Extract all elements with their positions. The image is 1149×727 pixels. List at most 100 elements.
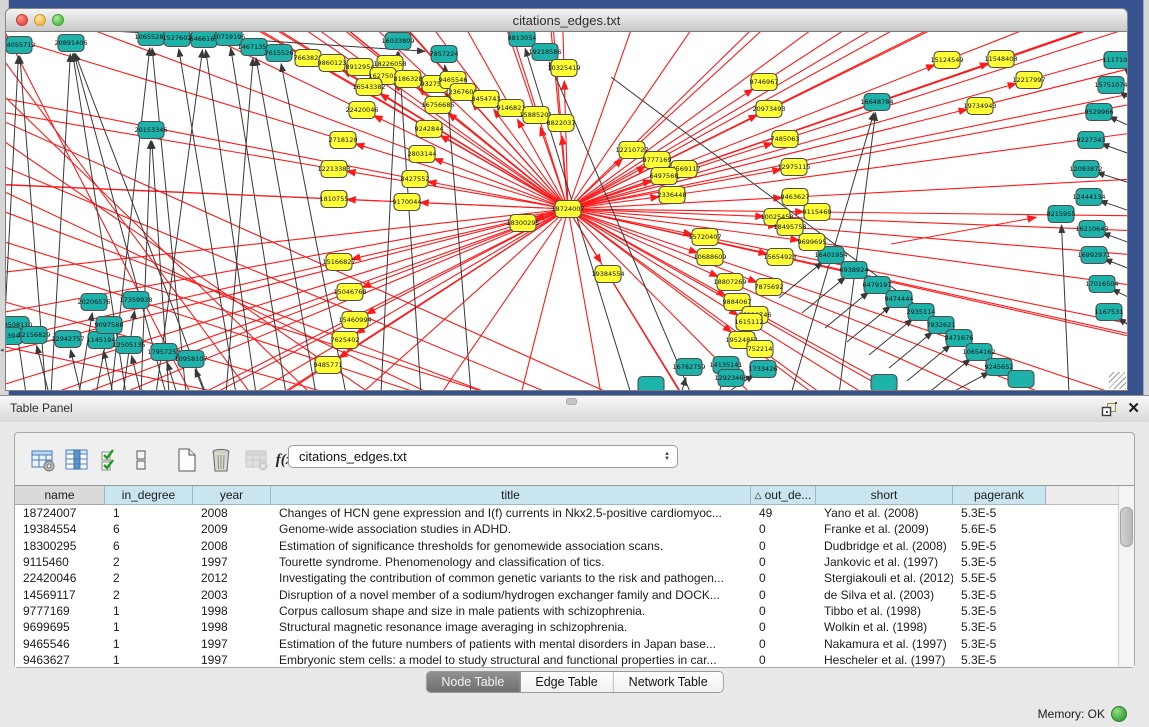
- table-cell[interactable]: 1: [105, 506, 193, 520]
- table-cell[interactable]: Dudbridge et al. (2008): [816, 539, 953, 553]
- graph-edge[interactable]: [6, 209, 568, 272]
- table-cell[interactable]: 22420046: [15, 571, 105, 585]
- table-cell[interactable]: Disruption of a novel member of a sodium…: [271, 588, 751, 602]
- table-cell[interactable]: 0: [751, 571, 816, 585]
- table-row[interactable]: 1872400712008Changes of HCN gene express…: [15, 505, 1134, 521]
- graph-edge[interactable]: [201, 209, 568, 390]
- table-cell[interactable]: 1998: [193, 620, 271, 634]
- column-header-out_de[interactable]: △out_de...: [751, 486, 816, 505]
- table-cell[interactable]: 1997: [193, 653, 271, 667]
- table-cell[interactable]: 9465546: [15, 637, 105, 651]
- table-cell[interactable]: Yano et al. (2008): [816, 506, 953, 520]
- table-row[interactable]: 946362711997Embryonic stem cells: a mode…: [15, 652, 1134, 667]
- network-canvas[interactable]: 1405571220891406106552871527602646616110…: [5, 32, 1128, 391]
- float-panel-icon[interactable]: [1101, 402, 1117, 417]
- graph-edge[interactable]: [1102, 233, 1127, 243]
- table-cell[interactable]: 0: [751, 588, 816, 602]
- table-row[interactable]: 969969511998Structural magnetic resonanc…: [15, 619, 1134, 635]
- graph-edge[interactable]: [891, 217, 1036, 244]
- table-settings-icon[interactable]: [29, 446, 57, 474]
- graph-node[interactable]: [871, 375, 897, 391]
- right-splitter[interactable]: [1143, 0, 1149, 395]
- table-cell[interactable]: 5.3E-5: [953, 588, 1046, 602]
- table-cell[interactable]: 18300295: [15, 539, 105, 553]
- collapse-arrow-icon[interactable]: ◂: [0, 346, 4, 354]
- table-cell[interactable]: 5.3E-5: [953, 506, 1046, 520]
- table-panel-header[interactable]: Table Panel ✕: [0, 395, 1149, 423]
- graph-edge[interactable]: [1099, 201, 1127, 211]
- table-cell[interactable]: Investigating the contribution of common…: [271, 571, 751, 585]
- column-header-title[interactable]: title: [271, 486, 751, 505]
- table-cell[interactable]: Genome-wide association studies in ADHD.: [271, 522, 751, 536]
- graph-edge[interactable]: [889, 332, 933, 368]
- table-cell[interactable]: 6: [105, 539, 193, 553]
- graph-edge[interactable]: [817, 212, 1127, 219]
- table-scrollbar[interactable]: [1118, 486, 1134, 667]
- table-cell[interactable]: 1997: [193, 555, 271, 569]
- graph-edge[interactable]: [869, 319, 913, 355]
- zoom-window-button[interactable]: [52, 14, 64, 26]
- memory-status-indicator[interactable]: [1111, 706, 1127, 722]
- trash-icon[interactable]: [207, 446, 235, 474]
- graph-edge[interactable]: [156, 50, 203, 390]
- table-cell[interactable]: Hescheler et al. (1997): [816, 653, 953, 667]
- graph-edge[interactable]: [6, 167, 551, 390]
- graph-edge[interactable]: [420, 203, 568, 209]
- graph-edge[interactable]: [1096, 172, 1127, 183]
- graph-edge[interactable]: [949, 372, 989, 390]
- column-header-name[interactable]: name: [15, 486, 105, 505]
- table-cell[interactable]: 1997: [193, 637, 271, 651]
- graph-edge[interactable]: [399, 52, 421, 390]
- table-cell[interactable]: Changes of HCN gene expression and I(f) …: [271, 506, 751, 520]
- graph-edge[interactable]: [132, 356, 141, 390]
- graph-edge[interactable]: [681, 378, 686, 390]
- table-row[interactable]: 1830029562008Estimation of significance …: [15, 538, 1134, 554]
- graph-edge[interactable]: [730, 282, 1127, 390]
- table-cell[interactable]: 5.6E-5: [953, 522, 1046, 536]
- graph-edge[interactable]: [521, 209, 568, 390]
- table-cell[interactable]: 9463627: [15, 653, 105, 667]
- table-cell[interactable]: 0: [751, 539, 816, 553]
- tab-network-table[interactable]: Network Table: [614, 672, 723, 692]
- column-header-year[interactable]: year: [193, 486, 271, 505]
- splitter-handle[interactable]: [566, 398, 577, 405]
- table-cell[interactable]: Structural magnetic resonance image aver…: [271, 620, 751, 634]
- table-cell[interactable]: Estimation of the future numbers of pati…: [271, 637, 751, 651]
- table-cell[interactable]: 2003: [193, 588, 271, 602]
- rows-icon[interactable]: [133, 446, 149, 474]
- table-cell[interactable]: 9699695: [15, 620, 105, 634]
- close-panel-icon[interactable]: ✕: [1127, 399, 1140, 417]
- table-cell[interactable]: 1: [105, 637, 193, 651]
- table-scrollbar-thumb[interactable]: [1120, 507, 1133, 547]
- table-cell[interactable]: 2009: [193, 522, 271, 536]
- tab-edge-table[interactable]: Edge Table: [520, 672, 613, 692]
- table-cell[interactable]: 5.3E-5: [953, 620, 1046, 634]
- table-cell[interactable]: 2012: [193, 571, 271, 585]
- graph-edge[interactable]: [907, 345, 951, 381]
- table-cell[interactable]: 0: [751, 637, 816, 651]
- table-selector-dropdown[interactable]: citations_edges.txt ▲▼: [288, 445, 678, 468]
- table-cell[interactable]: Jankovic et al. (1997): [816, 555, 953, 569]
- table-cell[interactable]: 5.5E-5: [953, 571, 1046, 585]
- table-cell[interactable]: 1: [105, 604, 193, 618]
- minimize-window-button[interactable]: [34, 14, 46, 26]
- table-cell[interactable]: Estimation of significance thresholds fo…: [271, 539, 751, 553]
- table-cell[interactable]: 9115460: [15, 555, 105, 569]
- table-cell[interactable]: 5.3E-5: [953, 637, 1046, 651]
- close-window-button[interactable]: [16, 14, 28, 26]
- table-cell[interactable]: 2008: [193, 539, 271, 553]
- table-cell[interactable]: 5.3E-5: [953, 653, 1046, 667]
- resize-grip[interactable]: [1109, 372, 1126, 389]
- column-header-in_degree[interactable]: in_degree: [105, 486, 193, 505]
- table-cell[interactable]: 2: [105, 555, 193, 569]
- table-cell[interactable]: Franke et al. (2009): [816, 522, 953, 536]
- table-cell[interactable]: de Silva et al. (2003): [816, 588, 953, 602]
- table-cell[interactable]: Tourette syndrome. Phenomenology and cla…: [271, 555, 751, 569]
- table-cell[interactable]: 0: [751, 653, 816, 667]
- table-row[interactable]: 977716911998Corpus callosum shape and si…: [15, 603, 1134, 619]
- table-cell[interactable]: 9777169: [15, 604, 105, 618]
- column-header-pagerank[interactable]: pagerank: [953, 486, 1046, 505]
- table-row[interactable]: 946554611997Estimation of the future num…: [15, 635, 1134, 651]
- table-cell[interactable]: 49: [751, 506, 816, 520]
- column-select-icon[interactable]: [63, 446, 91, 474]
